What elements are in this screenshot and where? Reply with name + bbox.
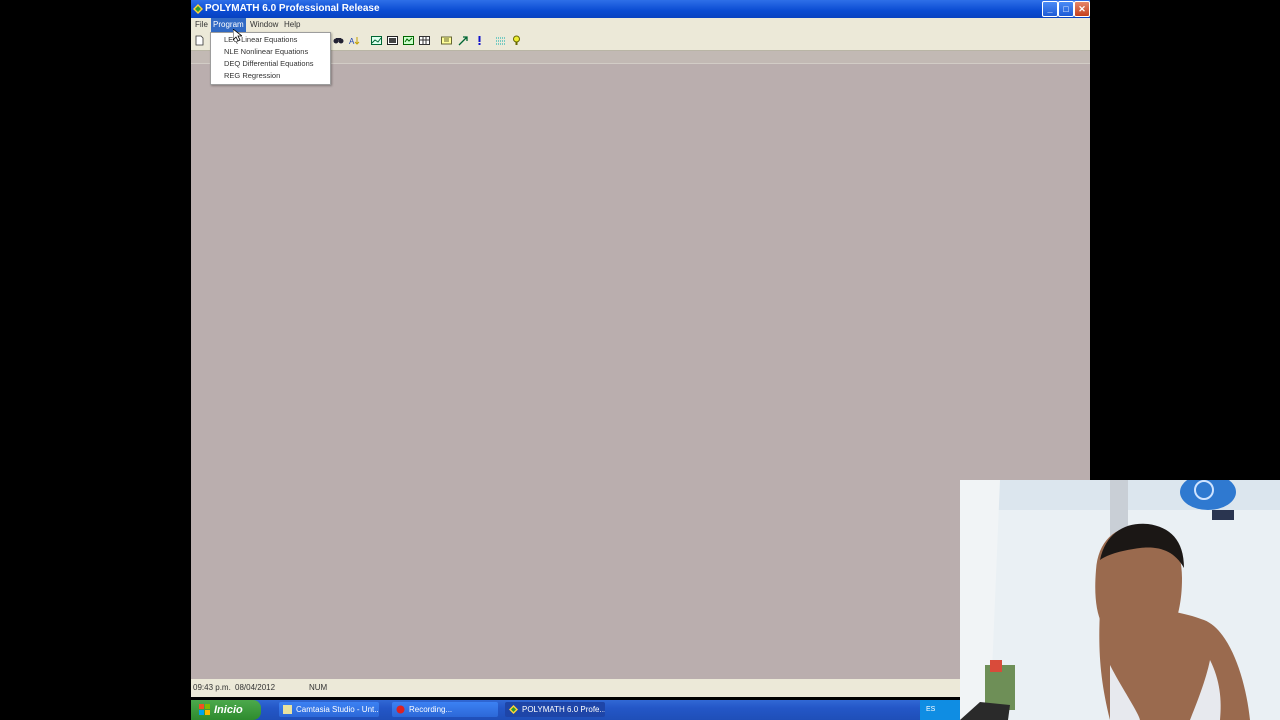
taskbar-button-camtasia[interactable]: Camtasia Studio - Unt...	[279, 702, 379, 717]
menu-help[interactable]: Help	[282, 18, 302, 32]
windows-flag-icon	[199, 704, 210, 715]
table-icon[interactable]	[387, 35, 398, 46]
taskbar: Inicio Camtasia Studio - Unt... Recordin…	[191, 700, 960, 720]
start-label: Inicio	[214, 704, 243, 716]
mouse-cursor-icon	[233, 29, 242, 42]
calculator-icon[interactable]	[441, 35, 452, 46]
taskbar-button-recording[interactable]: Recording...	[392, 702, 498, 717]
close-button[interactable]: ✕	[1074, 1, 1090, 17]
status-bar: 09:43 p.m. 08/04/2012 NUM	[191, 679, 1090, 697]
recording-icon	[396, 705, 405, 714]
report-icon[interactable]	[403, 35, 414, 46]
units-icon[interactable]	[495, 35, 506, 46]
camtasia-icon	[283, 705, 292, 714]
status-num: NUM	[309, 683, 328, 692]
sort-icon[interactable]: A	[349, 35, 360, 46]
help-icon[interactable]	[511, 35, 522, 46]
system-tray: ES	[920, 700, 960, 720]
taskbar-button-label: Recording...	[409, 705, 453, 714]
arrow-icon[interactable]	[458, 35, 469, 46]
minimize-button[interactable]: _	[1042, 1, 1058, 17]
new-file-icon[interactable]	[194, 35, 205, 46]
webcam-video-image	[960, 480, 1280, 720]
language-indicator[interactable]: ES	[926, 700, 935, 720]
exclamation-icon[interactable]	[474, 35, 485, 46]
menu-window[interactable]: Window	[248, 18, 280, 32]
taskbar-button-label: POLYMATH 6.0 Profe...	[522, 705, 605, 714]
find-icon[interactable]	[333, 35, 344, 46]
grid-icon[interactable]	[419, 35, 430, 46]
program-menu-dropdown: LEQ Linear Equations NLE Nonlinear Equat…	[210, 32, 331, 85]
menu-item-nle[interactable]: NLE Nonlinear Equations	[224, 46, 308, 58]
status-date: 08/04/2012	[235, 683, 276, 692]
menu-item-deq[interactable]: DEQ Differential Equations	[224, 58, 314, 70]
polymath-window: POLYMATH 6.0 Professional Release _ □ ✕ …	[191, 0, 1090, 697]
polymath-app-icon	[193, 4, 203, 14]
status-time: 09:43 p.m.	[193, 683, 231, 692]
taskbar-button-label: Camtasia Studio - Unt...	[296, 705, 379, 714]
menu-item-reg[interactable]: REG Regression	[224, 70, 280, 82]
menu-bar: File Program Window Help	[191, 18, 1090, 32]
menu-file[interactable]: File	[193, 18, 210, 32]
start-button[interactable]: Inicio	[191, 700, 261, 720]
title-bar[interactable]: POLYMATH 6.0 Professional Release _ □ ✕	[191, 0, 1090, 18]
window-title: POLYMATH 6.0 Professional Release	[205, 3, 380, 14]
svg-text:A: A	[349, 37, 355, 46]
graph-icon[interactable]	[371, 35, 382, 46]
webcam-overlay	[960, 480, 1280, 720]
maximize-button[interactable]: □	[1058, 1, 1074, 17]
workspace-area[interactable]	[191, 51, 1090, 679]
taskbar-button-polymath[interactable]: POLYMATH 6.0 Profe...	[505, 702, 605, 717]
polymath-app-icon	[509, 705, 518, 714]
